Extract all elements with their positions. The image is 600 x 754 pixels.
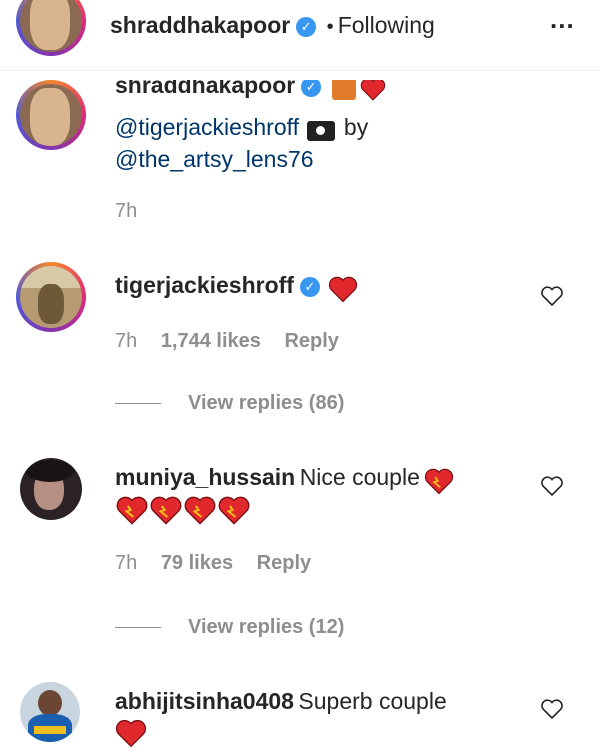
comment-meta: 7h 1,744 likes Reply [115, 330, 339, 353]
like-heart-icon[interactable] [540, 698, 564, 720]
header-user-row: shraddhakapoor ✓ • Following [110, 10, 435, 40]
sparkling-heart-emoji-icon [425, 468, 454, 495]
view-replies-divider [115, 627, 161, 628]
view-replies-button[interactable]: View replies (86) [188, 392, 344, 415]
comment-user-row: tigerjackieshroff ✓ [115, 270, 358, 304]
header-avatar-ring[interactable] [16, 0, 86, 56]
header-username[interactable]: shraddhakapoor [110, 12, 290, 38]
sparkling-heart-emoji-icon [116, 496, 148, 525]
comment-verified-icon: ✓ [299, 276, 320, 297]
mention-tigerjackieshroff[interactable]: @tigerjackieshroff [115, 114, 299, 140]
comment-text: Superb couple [298, 688, 447, 714]
caption-avatar [20, 84, 82, 146]
like-heart-icon[interactable] [540, 475, 564, 497]
caption-verified-icon: ✓ [301, 80, 322, 97]
heart-emoji-icon [360, 80, 386, 101]
verified-badge-icon: ✓ [296, 16, 317, 37]
header-separator: • [326, 16, 334, 38]
camera-emoji-icon [307, 120, 336, 141]
view-replies-divider [115, 403, 161, 404]
heart-emoji-icon [115, 719, 147, 748]
comment-text: Nice couple [299, 464, 420, 490]
caption-line-1: @tigerjackieshroff by [115, 112, 368, 146]
caption-by-text: by [343, 114, 369, 140]
header-avatar [20, 0, 82, 52]
more-options-button[interactable]: ... [550, 4, 584, 40]
follow-status[interactable]: Following [338, 12, 435, 38]
comment-likes[interactable]: 79 likes [161, 552, 233, 574]
comment-likes[interactable]: 1,744 likes [161, 330, 261, 352]
heart-emoji-row [115, 718, 147, 748]
comment-text-block: abhijitsinha0408 Superb couple [115, 686, 495, 720]
caption-avatar-ring[interactable] [16, 80, 86, 150]
reply-button[interactable]: Reply [257, 552, 311, 574]
comment-username[interactable]: tigerjackieshroff [115, 272, 294, 298]
sparkling-heart-emoji-icon [184, 496, 216, 525]
comment-text-block: muniya_hussain Nice couple [115, 462, 495, 496]
comment-meta: 7h 79 likes Reply [115, 552, 311, 575]
sparkling-heart-emoji-icon [218, 496, 250, 525]
comment-username[interactable]: abhijitsinha0408 [115, 688, 294, 714]
like-heart-icon[interactable] [540, 285, 564, 307]
caption-user-row: shraddhakapoor ✓ [115, 80, 386, 106]
caption-time: 7h [115, 200, 138, 222]
more-options-icon: ... [550, 4, 575, 34]
comment-time: 7h [115, 552, 138, 574]
header-divider [0, 70, 600, 71]
view-replies-button[interactable]: View replies (12) [188, 616, 344, 639]
comment-avatar-ring[interactable] [16, 262, 86, 332]
sparkling-heart-emoji-icon [150, 496, 182, 525]
caption-username[interactable]: shraddhakapoor [115, 80, 295, 98]
reply-button[interactable]: Reply [284, 330, 338, 352]
caption-line-2: @the_artsy_lens76 [115, 144, 314, 178]
comment-avatar[interactable] [20, 682, 80, 742]
heart-emoji-row [115, 495, 251, 525]
comment-avatar [20, 266, 82, 328]
fire-emoji-icon [331, 80, 356, 100]
comment-avatar[interactable] [20, 458, 82, 520]
mention-artsy-lens[interactable]: @the_artsy_lens76 [115, 146, 314, 172]
comment-time: 7h [115, 330, 138, 352]
heart-emoji-icon [329, 276, 358, 303]
comment-username[interactable]: muniya_hussain [115, 464, 295, 490]
